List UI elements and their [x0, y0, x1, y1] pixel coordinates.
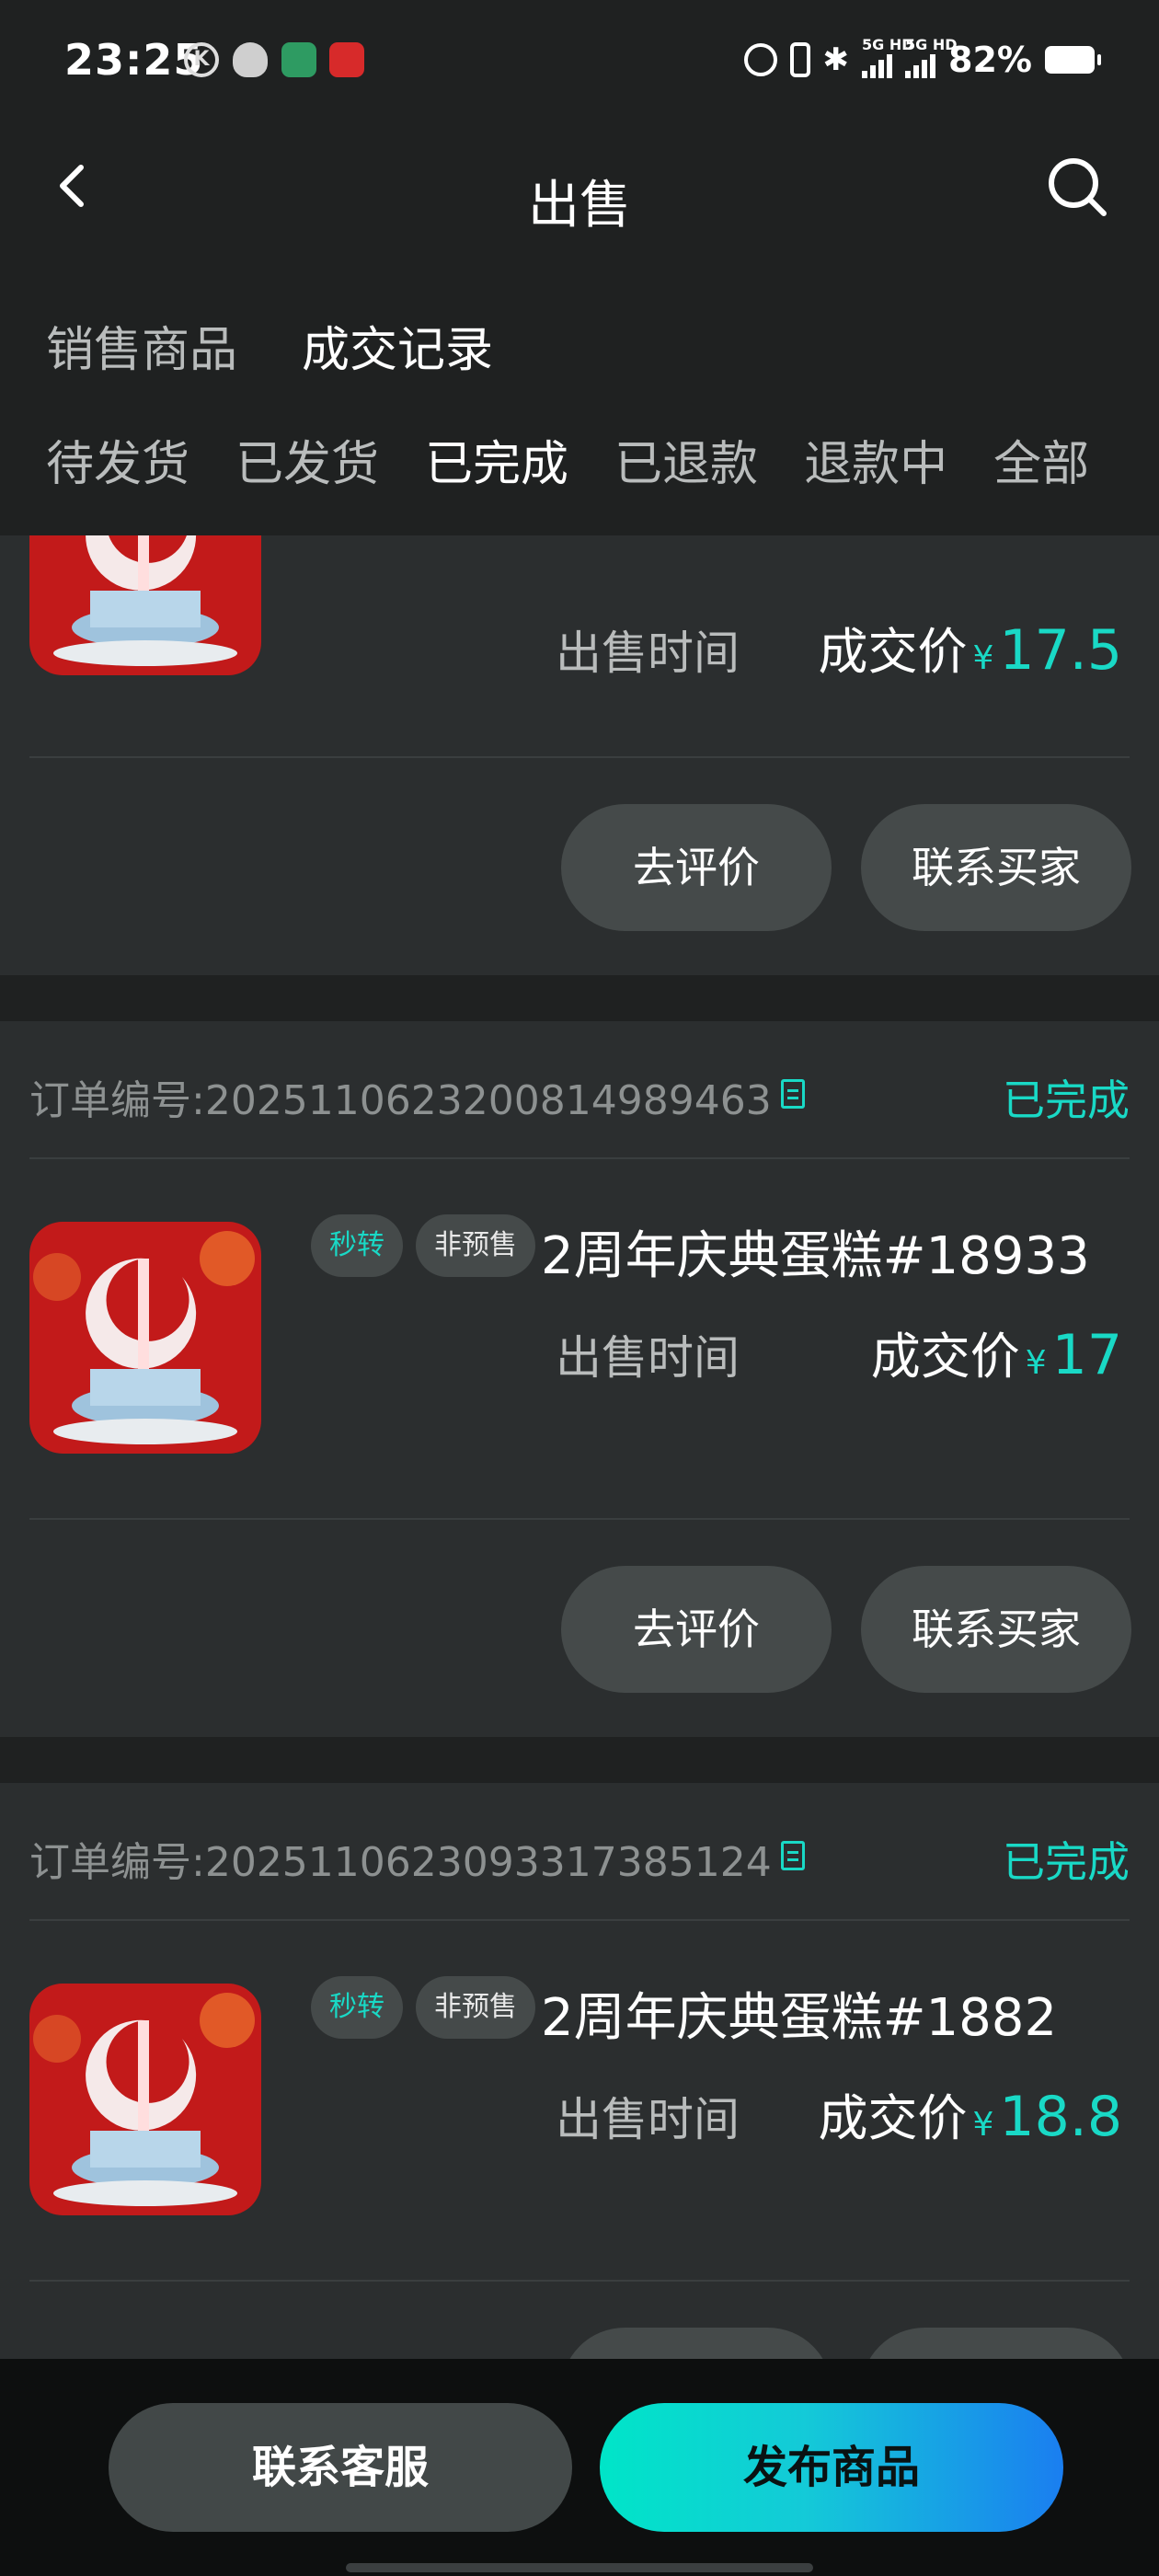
tag-not-presale: 非预售 [416, 1214, 535, 1277]
divider [29, 2280, 1130, 2282]
alarm-icon [743, 43, 777, 76]
item-name: 2周年庆典蛋糕#18933 [541, 1226, 1090, 1286]
product-image[interactable] [29, 535, 261, 675]
tab-all[interactable]: 全部 [993, 425, 1089, 494]
price-label: 成交价 [870, 1328, 1020, 1386]
order-header: 订单编号:2025110623093317385124 已完成 [29, 1783, 1130, 1921]
bottom-bar: 联系客服 发布商品 [0, 2359, 1159, 2576]
status-time: 23:25 [64, 35, 204, 85]
sale-time-label: 出售时间 [556, 1331, 740, 1385]
item-name: 2周年庆典蛋糕#1882 [541, 1988, 1058, 2048]
battery-percent: 82% [948, 40, 1032, 80]
order-status: 已完成 [1003, 1837, 1130, 1887]
k-app-icon: K [184, 42, 219, 77]
tab-shipped[interactable]: 已发货 [235, 425, 379, 494]
network-label-2: 5G HD [905, 36, 958, 53]
currency-symbol: ¥ [1025, 1344, 1047, 1382]
copy-icon[interactable] [780, 1079, 805, 1109]
page-title: 出售 [528, 176, 631, 236]
signal-icon-1: 5G HD [862, 36, 914, 78]
tab-sales-goods[interactable]: 销售商品 [46, 311, 237, 380]
copy-icon[interactable] [780, 1841, 805, 1870]
status-right: ✱ 5G HD 5G HD 82% [743, 36, 1101, 83]
tab-completed[interactable]: 已完成 [425, 425, 568, 494]
nav-bar: 出售 [0, 125, 1159, 263]
tag-instant-transfer: 秒转 [311, 1976, 403, 2039]
price-value: 17.5 [999, 618, 1122, 683]
tab-pending-shipment[interactable]: 待发货 [46, 425, 189, 494]
review-button[interactable]: 去评价 [561, 1566, 832, 1693]
order-status: 已完成 [1003, 1075, 1130, 1125]
divider [29, 756, 1130, 758]
divider [29, 1518, 1130, 1520]
red-app-icon [329, 42, 364, 77]
order-number: 订单编号:2025110623093317385124 [29, 1829, 805, 1888]
price-label: 成交价 [818, 2089, 968, 2147]
order-number-value: 2025110623093317385124 [204, 1839, 772, 1886]
price-label: 成交价 [818, 623, 968, 681]
search-icon [1049, 158, 1107, 216]
contact-buyer-button[interactable]: 联系买家 [861, 804, 1131, 931]
order-card: 出售时间 成交价 ¥17.5 去评价 联系买家 [0, 535, 1159, 975]
order-number-label: 订单编号: [29, 1077, 205, 1124]
publish-goods-button[interactable]: 发布商品 [600, 2403, 1063, 2532]
review-button[interactable]: 去评价 [561, 804, 832, 931]
deal-price: 成交价 ¥17 [871, 1316, 1122, 1388]
sale-time-label: 出售时间 [556, 2093, 740, 2146]
tag-not-presale: 非预售 [416, 1976, 535, 2039]
signal-icon-2: 5G HD [905, 36, 958, 78]
product-image[interactable] [29, 1984, 261, 2215]
status-tabs: 待发货 已发货 已完成 已退款 退款中 全部 [46, 425, 1089, 494]
contact-buyer-button[interactable]: 联系买家 [861, 1566, 1131, 1693]
contact-service-button[interactable]: 联系客服 [109, 2403, 572, 2532]
price-value: 17 [1051, 1323, 1122, 1387]
sale-time-label: 出售时间 [556, 627, 740, 680]
price-value: 18.8 [999, 2085, 1122, 2149]
deal-price: 成交价 ¥17.5 [819, 611, 1123, 684]
primary-tabs: 销售商品 成交记录 [46, 311, 493, 380]
tab-deal-records[interactable]: 成交记录 [302, 311, 493, 380]
tab-refunding[interactable]: 退款中 [804, 425, 947, 494]
order-card: 订单编号:2025110623093317385124 已完成 秒转 非预售 2… [0, 1783, 1159, 2375]
order-number: 订单编号:2025110623200814989463 [29, 1067, 805, 1126]
tab-refunded[interactable]: 已退款 [614, 425, 758, 494]
home-indicator[interactable] [346, 2563, 813, 2572]
bluetooth-icon: ✱ [822, 41, 850, 78]
order-list[interactable]: 出售时间 成交价 ¥17.5 去评价 联系买家 订单编号:202511062320… [0, 535, 1159, 2375]
vibrate-icon [789, 42, 810, 77]
product-image[interactable] [29, 1222, 261, 1454]
order-number-value: 2025110623200814989463 [204, 1077, 772, 1124]
battery-icon [1045, 46, 1101, 74]
order-number-label: 订单编号: [29, 1839, 205, 1886]
status-bar: 23:25 K ✱ 5G HD 5G HD 82% [0, 0, 1159, 125]
search-button[interactable] [1043, 153, 1113, 223]
bird-app-icon [233, 42, 268, 77]
tag-instant-transfer: 秒转 [311, 1214, 403, 1277]
deal-price: 成交价 ¥18.8 [819, 2077, 1123, 2150]
order-card: 订单编号:2025110623200814989463 已完成 秒转 非预售 2… [0, 1021, 1159, 1737]
currency-symbol: ¥ [972, 639, 994, 677]
currency-symbol: ¥ [972, 2106, 994, 2144]
order-header: 订单编号:2025110623200814989463 已完成 [29, 1021, 1130, 1159]
green-app-icon [281, 42, 316, 77]
